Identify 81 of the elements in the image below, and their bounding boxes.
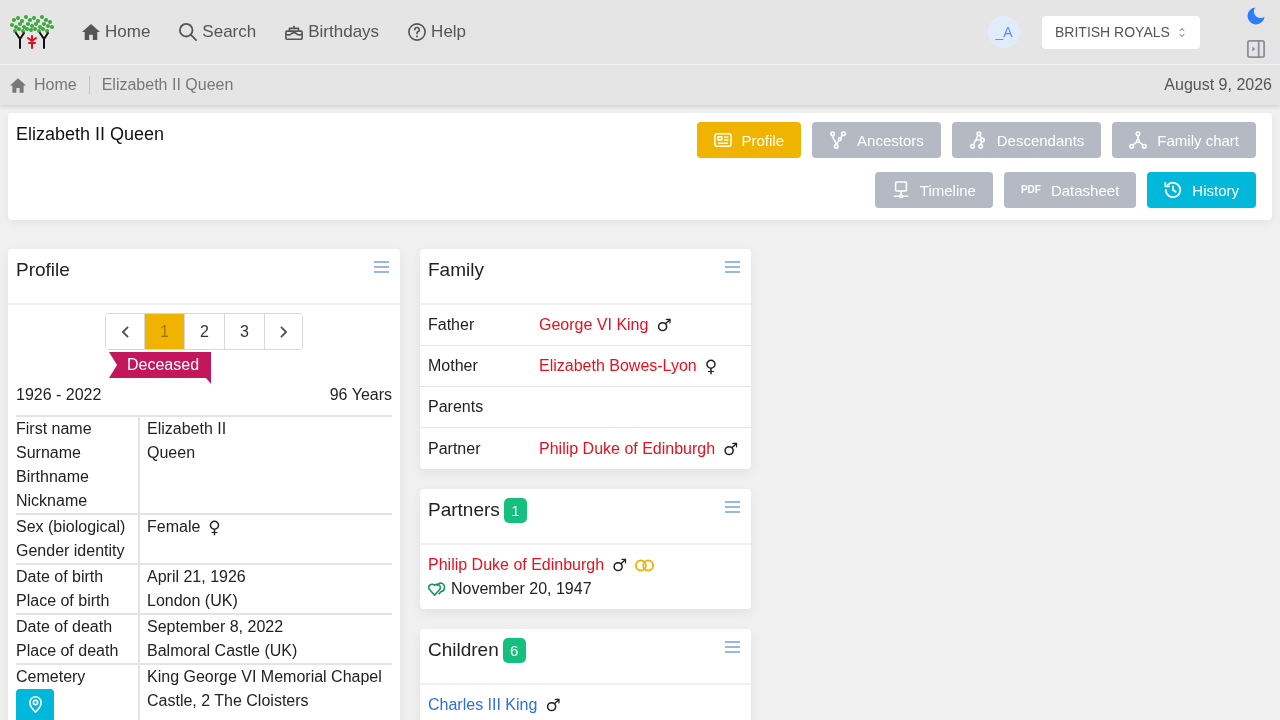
menu-icon[interactable]	[725, 641, 740, 653]
home-icon	[82, 23, 100, 41]
status-ribbon: Deceased	[109, 352, 212, 384]
tree-logo-icon[interactable]	[8, 14, 56, 50]
person-link[interactable]: George VI King	[539, 316, 649, 334]
field-label: Cemetery	[16, 667, 87, 687]
gender-symbol: ♂	[545, 694, 561, 717]
field-label: Place of death	[16, 641, 120, 661]
field-value: Queen	[147, 443, 196, 463]
branch-nodes-icon	[968, 131, 987, 149]
card-title: Partners	[428, 499, 500, 521]
field-label: Birthname	[16, 467, 90, 487]
menu-icon[interactable]	[725, 261, 740, 273]
menu-icon[interactable]	[725, 501, 740, 513]
view-button[interactable]: History	[1147, 172, 1256, 208]
gender-symbol: ♂	[656, 314, 672, 337]
field-label: Place of birth	[16, 591, 111, 611]
user-avatar[interactable]: _A	[988, 16, 1020, 48]
card-title: Family	[428, 259, 484, 281]
count-badge: 1	[503, 498, 527, 523]
relation-label: Partner	[428, 439, 482, 458]
field-label: Date of death	[16, 617, 114, 637]
gender-symbol: ♂	[612, 554, 628, 577]
search-icon	[179, 23, 198, 41]
field-value: Balmoral Castle (UK)	[147, 641, 298, 661]
help-icon	[408, 23, 427, 41]
next-page-button[interactable]	[264, 314, 302, 349]
pdf-icon: PDF	[1020, 184, 1041, 196]
gender-symbol: ♀	[704, 355, 718, 378]
monitor-icon	[891, 181, 910, 199]
life-years: 1926 - 2022	[16, 385, 102, 405]
chevron-right-icon	[280, 325, 287, 338]
hierarchy-icon	[1129, 131, 1148, 149]
person-link[interactable]: Philip Duke of Edinburgh	[539, 439, 716, 458]
card-title: Profile	[16, 259, 70, 281]
breadcrumb-link[interactable]: Home	[34, 76, 77, 94]
count-badge: 6	[502, 638, 526, 663]
menu-icon[interactable]	[374, 261, 389, 273]
relation-label: Parents	[428, 398, 485, 416]
field-value: Female	[147, 517, 201, 537]
field-label: Surname	[16, 443, 82, 463]
panel-icon[interactable]	[1247, 39, 1265, 58]
home-icon[interactable]	[10, 77, 26, 93]
hearts-icon	[428, 581, 446, 597]
nav-link[interactable]: Help	[408, 22, 467, 42]
cake-icon	[285, 23, 304, 41]
person-link[interactable]: Elizabeth Bowes-Lyon	[539, 357, 697, 375]
field-value: September 8, 2022	[147, 617, 284, 637]
person-link[interactable]: Charles III King	[428, 696, 538, 714]
gender-symbol: ♀	[208, 516, 221, 539]
moon-icon[interactable]	[1247, 6, 1265, 25]
history-icon	[1164, 181, 1183, 199]
age-label: 96 Years	[329, 385, 392, 405]
breadcrumb-current: Elizabeth II Queen	[101, 76, 234, 94]
chevron-updown-icon	[1178, 26, 1186, 38]
field-label: Date of birth	[16, 567, 105, 587]
field-value: April 21, 1926	[147, 567, 246, 587]
field-value: King George VI Memorial Chapel Castle, 2 The Cloisters	[147, 667, 383, 711]
current-date: August 9, 2026	[1164, 76, 1272, 94]
person-title: Elizabeth II Queen	[16, 123, 165, 145]
map-pin-icon	[28, 696, 42, 713]
nav-link[interactable]: Search	[179, 22, 257, 42]
map-pin-button[interactable]	[16, 689, 54, 720]
id-card-icon	[713, 131, 732, 149]
card-title: Children	[428, 639, 499, 661]
marriage-date: November 20, 1947	[451, 580, 592, 598]
field-value: London (UK)	[147, 591, 238, 611]
relation-label: Mother	[428, 357, 479, 375]
tree-select[interactable]: BRITISH ROYALS	[1042, 15, 1200, 49]
field-label: Nickname	[16, 491, 89, 511]
gender-symbol: ♂	[723, 437, 739, 461]
field-label: Sex (biological)	[16, 517, 127, 537]
field-label: First name	[16, 419, 93, 439]
fork-nodes-icon	[829, 131, 848, 149]
nav-link[interactable]: Birthdays	[285, 22, 380, 42]
field-label: Gender identity	[16, 541, 126, 561]
nav-link[interactable]: Home	[82, 22, 151, 42]
chevron-left-icon	[121, 325, 129, 338]
field-value: Elizabeth II	[147, 419, 227, 439]
relation-label: Father	[428, 316, 476, 334]
person-link[interactable]: Philip Duke of Edinburgh	[428, 556, 605, 574]
